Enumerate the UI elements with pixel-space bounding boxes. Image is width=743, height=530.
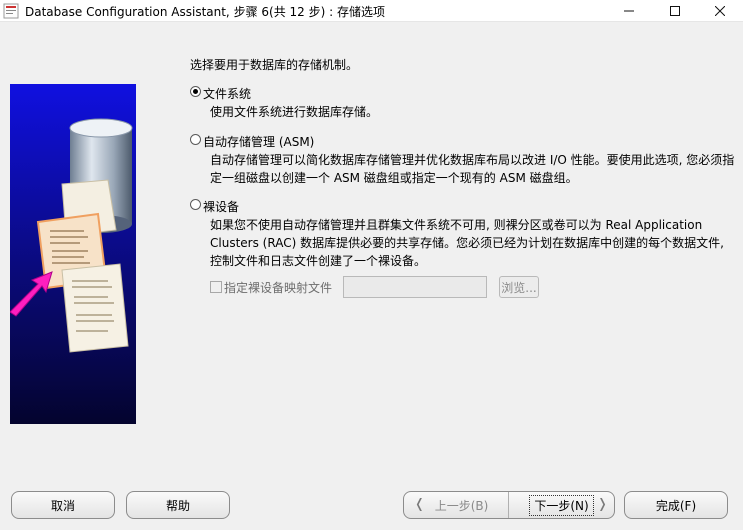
minimize-button[interactable] [606, 0, 652, 22]
raw-mapping-checkbox[interactable] [210, 281, 222, 293]
chevron-left-icon: ❬ [414, 497, 425, 512]
maximize-button[interactable] [652, 0, 698, 22]
title-bar: Database Configuration Assistant, 步骤 6(共… [0, 0, 743, 22]
chevron-right-icon: ❭ [597, 497, 608, 512]
description-line: 控制文件和日志文件创建了一个裸设备。 [210, 254, 427, 268]
cancel-button[interactable]: 取消 [11, 491, 115, 519]
next-button[interactable]: 下一步(N) ❭ [508, 492, 614, 518]
radio-button[interactable] [190, 134, 201, 145]
back-button-label: 上一步(B) [434, 498, 489, 513]
back-button[interactable]: ❬ 上一步(B) [404, 492, 507, 518]
radio-label-asm: 自动存储管理 (ASM) [203, 135, 315, 149]
radio-button[interactable] [190, 199, 201, 210]
help-button[interactable]: 帮助 [126, 491, 230, 519]
close-icon [715, 6, 725, 16]
description-line: 如果您不使用自动存储管理并且群集文件系统不可用, 则裸分区或卷可以为 Real … [210, 218, 703, 232]
window-title: Database Configuration Assistant, 步骤 6(共… [25, 5, 385, 19]
browse-button[interactable]: 浏览... [499, 276, 539, 298]
radio-label-file-system: 文件系统 [203, 87, 252, 101]
asm-description: 自动存储管理可以简化数据库存储管理并优化数据库布局以改进 I/O 性能。要使用此… [210, 151, 734, 187]
description-line: 定一组磁盘以创建一个 ASM 磁盘组或指定一个现有的 ASM 磁盘组。 [210, 171, 578, 185]
wizard-illustration [10, 84, 136, 424]
description-line: Clusters (RAC) 数据库提供必要的共享存储。您必须已经为计划在数据库… [210, 236, 724, 250]
maximize-icon [670, 6, 680, 16]
raw-mapping-file-input[interactable] [343, 276, 487, 298]
navigation-button-group: ❬ 上一步(B) 下一步(N) ❭ [403, 491, 615, 519]
radio-label-raw-devices: 裸设备 [203, 200, 240, 214]
app-icon [3, 3, 19, 19]
file-system-description: 使用文件系统进行数据库存储。 [210, 103, 378, 121]
raw-mapping-checkbox-label: 指定裸设备映射文件 [224, 281, 333, 295]
radio-button-checked[interactable] [190, 86, 201, 97]
finish-button[interactable]: 完成(F) [624, 491, 728, 519]
description-line: 自动存储管理可以简化数据库存储管理并优化数据库布局以改进 I/O 性能。要使用此… [210, 153, 735, 167]
raw-devices-description: 如果您不使用自动存储管理并且群集文件系统不可用, 则裸分区或卷可以为 Real … [210, 216, 724, 270]
description-line: 使用文件系统进行数据库存储。 [210, 105, 379, 119]
next-button-label: 下一步(N) [529, 494, 594, 516]
storage-prompt: 选择要用于数据库的存储机制。 [190, 58, 359, 72]
close-button[interactable] [697, 0, 743, 22]
minimize-icon [624, 10, 634, 12]
